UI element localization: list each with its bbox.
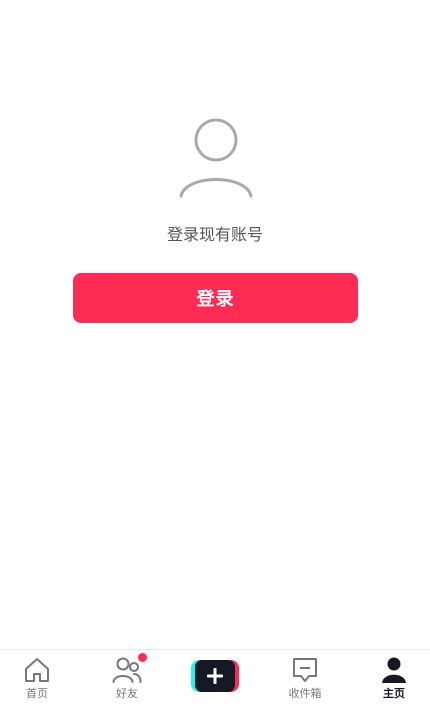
notification-dot: [138, 653, 147, 662]
tab-inbox[interactable]: 收件箱: [275, 656, 335, 706]
create-button-face: [195, 660, 235, 692]
login-button[interactable]: 登录: [73, 273, 358, 323]
home-icon: [25, 658, 49, 682]
create-button[interactable]: [191, 660, 239, 692]
tab-profile-label: 主页: [383, 687, 405, 700]
tab-home-label: 首页: [26, 687, 48, 700]
user-outline-icon: [179, 118, 253, 198]
plus-icon: [207, 668, 223, 684]
bottom-tab-bar: 首页 好友 收件箱 主页: [0, 649, 430, 724]
friends-icon-wrap: [112, 653, 147, 684]
tab-friends[interactable]: 好友: [97, 653, 157, 706]
tab-home[interactable]: 首页: [7, 656, 67, 706]
tab-friends-label: 好友: [116, 687, 138, 700]
inbox-icon: [293, 658, 317, 682]
profile-screen: 登录现有账号 登录: [0, 0, 430, 650]
tab-inbox-label: 收件箱: [288, 687, 322, 700]
friends-icon: [112, 657, 142, 683]
profile-icon: [382, 657, 406, 683]
login-prompt-text: 登录现有账号: [166, 225, 263, 244]
tab-profile[interactable]: 主页: [364, 656, 424, 706]
